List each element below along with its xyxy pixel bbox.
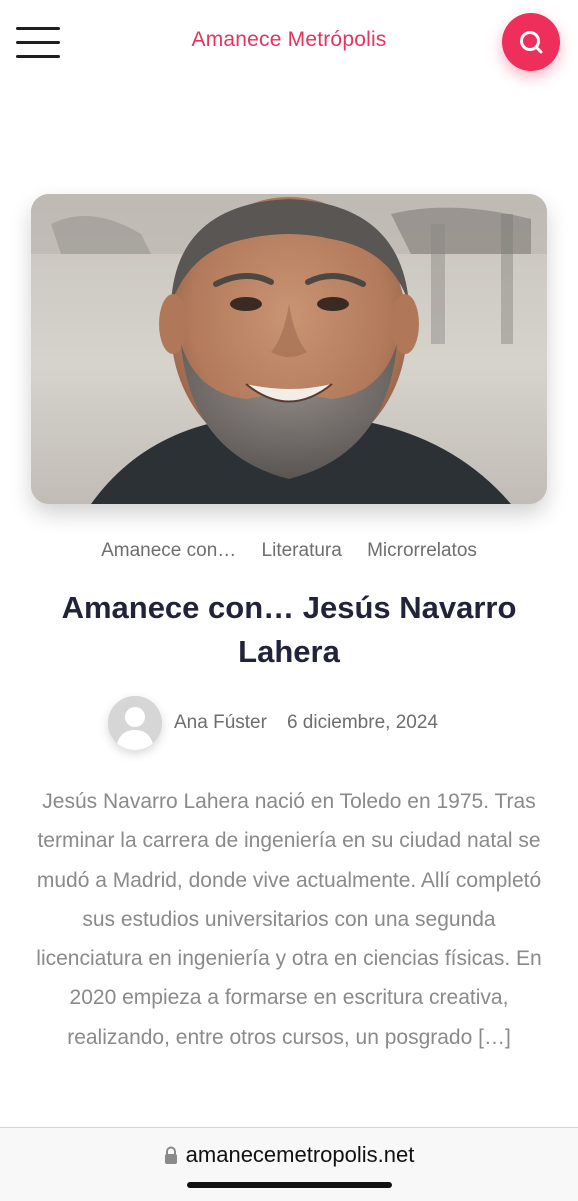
user-placeholder-icon [108, 696, 162, 750]
site-title[interactable]: Amanece Metrópolis [0, 28, 578, 52]
url-display[interactable]: amanecemetropolis.net [0, 1142, 578, 1170]
avatar[interactable] [108, 696, 162, 750]
site-header: Amanece Metrópolis [0, 0, 578, 85]
category-link[interactable]: Amanece con… [101, 540, 236, 561]
post-meta: Ana Fúster 6 diciembre, 2024 [108, 695, 438, 751]
category-link[interactable]: Literatura [262, 540, 342, 561]
search-button[interactable] [502, 13, 560, 71]
home-indicator[interactable] [187, 1182, 392, 1188]
post-title[interactable]: Amanece con… Jesús Navarro Lahera [30, 586, 548, 674]
post-excerpt: Jesús Navarro Lahera nació en Toledo en … [36, 790, 542, 1049]
author-portrait-photo [31, 194, 547, 504]
author-name[interactable]: Ana Fúster [174, 712, 267, 734]
featured-image[interactable] [31, 194, 547, 504]
menu-bar [16, 55, 60, 58]
browser-address-bar[interactable]: amanecemetropolis.net [0, 1127, 578, 1201]
search-icon [520, 31, 543, 54]
category-link[interactable]: Microrrelatos [367, 540, 477, 561]
post-categories: Amanece con… Literatura Microrrelatos [0, 540, 578, 562]
lock-icon [164, 1144, 178, 1170]
url-text: amanecemetropolis.net [185, 1142, 415, 1167]
post-date: 6 diciembre, 2024 [286, 712, 438, 733]
